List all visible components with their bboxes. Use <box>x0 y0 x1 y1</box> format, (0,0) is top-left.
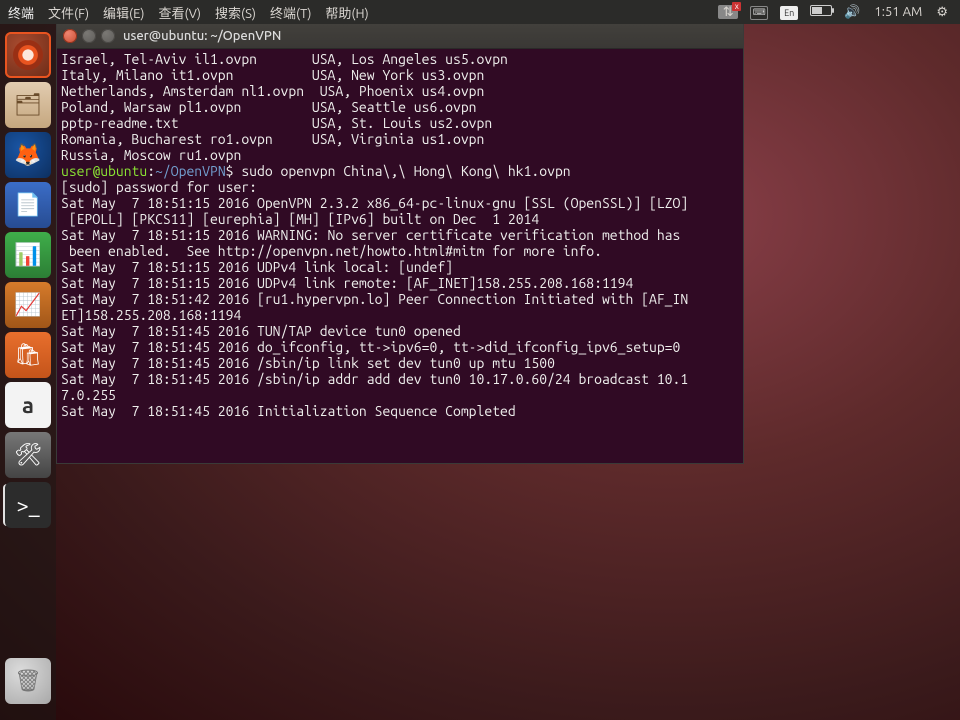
launcher-amazon[interactable]: a <box>5 382 51 428</box>
keyboard-icon[interactable]: ⌨ <box>750 4 768 20</box>
launcher-impress[interactable]: 📈 <box>5 282 51 328</box>
menu-file[interactable]: 文件(F) <box>48 3 89 22</box>
system-gear-icon[interactable]: ⚙ <box>936 5 948 20</box>
launcher-settings[interactable]: 🛠 <box>5 432 51 478</box>
launcher-writer[interactable]: 📄 <box>5 182 51 228</box>
terminal-line: been enabled. See http://openvpn.net/how… <box>61 243 739 259</box>
launcher-files[interactable]: 🗂 <box>5 82 51 128</box>
terminal-line: pptp-readme.txt USA, St. Louis us2.ovpn <box>61 115 739 131</box>
terminal-line: Poland, Warsaw pl1.ovpn USA, Seattle us6… <box>61 99 739 115</box>
language-icon[interactable]: En <box>780 5 798 20</box>
launcher-terminal[interactable]: >_ <box>5 482 51 528</box>
launcher-software[interactable]: 🛍 <box>5 332 51 378</box>
menu-view[interactable]: 查看(V) <box>159 3 201 22</box>
terminal-line: Sat May 7 18:51:45 2016 /sbin/ip link se… <box>61 355 739 371</box>
prompt-command: sudo openvpn China\,\ Hong\ Kong\ hk1.ov… <box>241 163 570 179</box>
menu-search[interactable]: 搜索(S) <box>215 3 256 22</box>
terminal-line: Sat May 7 18:51:45 2016 do_ifconfig, tt-… <box>61 339 739 355</box>
app-name: 终端 <box>8 3 34 22</box>
launcher-trash[interactable]: 🗑 <box>5 658 51 704</box>
terminal-line: Netherlands, Amsterdam nl1.ovpn USA, Pho… <box>61 83 739 99</box>
network-icon[interactable]: ⇅x <box>718 5 738 20</box>
window-maximize-button[interactable] <box>101 29 115 43</box>
volume-icon[interactable]: 🔊 <box>844 5 860 20</box>
terminal-window: user@ubuntu: ~/OpenVPN Israel, Tel-Aviv … <box>56 24 744 464</box>
ubuntu-logo-icon <box>13 40 43 70</box>
terminal-line: 7.0.255 <box>61 387 739 403</box>
launcher-dash[interactable] <box>5 32 51 78</box>
terminal-line: user@ubuntu:~/OpenVPN$ sudo openvpn Chin… <box>61 163 739 179</box>
window-title: user@ubuntu: ~/OpenVPN <box>123 29 281 43</box>
window-controls <box>63 29 115 43</box>
prompt-separator: : <box>147 163 155 179</box>
terminal-line: Italy, Milano it1.ovpn USA, New York us3… <box>61 67 739 83</box>
window-close-button[interactable] <box>63 29 77 43</box>
terminal-body[interactable]: Israel, Tel-Aviv il1.ovpn USA, Los Angel… <box>57 49 743 463</box>
menu-edit[interactable]: 编辑(E) <box>103 3 144 22</box>
terminal-line: Sat May 7 18:51:42 2016 [ru1.hypervpn.lo… <box>61 291 739 307</box>
terminal-line: Sat May 7 18:51:45 2016 /sbin/ip addr ad… <box>61 371 739 387</box>
battery-icon[interactable] <box>810 5 832 19</box>
launcher-calc[interactable]: 📊 <box>5 232 51 278</box>
window-titlebar[interactable]: user@ubuntu: ~/OpenVPN <box>57 24 743 49</box>
menubar: 终端 文件(F) 编辑(E) 查看(V) 搜索(S) 终端(T) 帮助(H) ⇅… <box>0 0 960 24</box>
menu-terminal[interactable]: 终端(T) <box>270 3 311 22</box>
terminal-line: Sat May 7 18:51:15 2016 OpenVPN 2.3.2 x8… <box>61 195 739 211</box>
prompt-dollar: $ <box>226 163 242 179</box>
prompt-user-host: user@ubuntu <box>61 163 147 179</box>
terminal-line: Romania, Bucharest ro1.ovpn USA, Virgini… <box>61 131 739 147</box>
terminal-line: [EPOLL] [PKCS11] [eurephia] [MH] [IPv6] … <box>61 211 739 227</box>
clock[interactable]: 1:51 AM <box>874 5 922 19</box>
terminal-line: Sat May 7 18:51:15 2016 WARNING: No serv… <box>61 227 739 243</box>
launcher: 🗂 🦊 📄 📊 📈 🛍 a 🛠 >_ 🗑 <box>0 24 56 720</box>
terminal-line: Sat May 7 18:51:45 2016 TUN/TAP device t… <box>61 323 739 339</box>
window-minimize-button[interactable] <box>82 29 96 43</box>
terminal-line: ET]158.255.208.168:1194 <box>61 307 739 323</box>
terminal-line: Israel, Tel-Aviv il1.ovpn USA, Los Angel… <box>61 51 739 67</box>
prompt-path: ~/OpenVPN <box>155 163 226 179</box>
terminal-line: Sat May 7 18:51:45 2016 Initialization S… <box>61 403 739 419</box>
launcher-firefox[interactable]: 🦊 <box>5 132 51 178</box>
terminal-line: [sudo] password for user: <box>61 179 739 195</box>
menu-help[interactable]: 帮助(H) <box>325 3 368 22</box>
terminal-line: Sat May 7 18:51:15 2016 UDPv4 link remot… <box>61 275 739 291</box>
terminal-line: Russia, Moscow ru1.ovpn <box>61 147 739 163</box>
terminal-line: Sat May 7 18:51:15 2016 UDPv4 link local… <box>61 259 739 275</box>
